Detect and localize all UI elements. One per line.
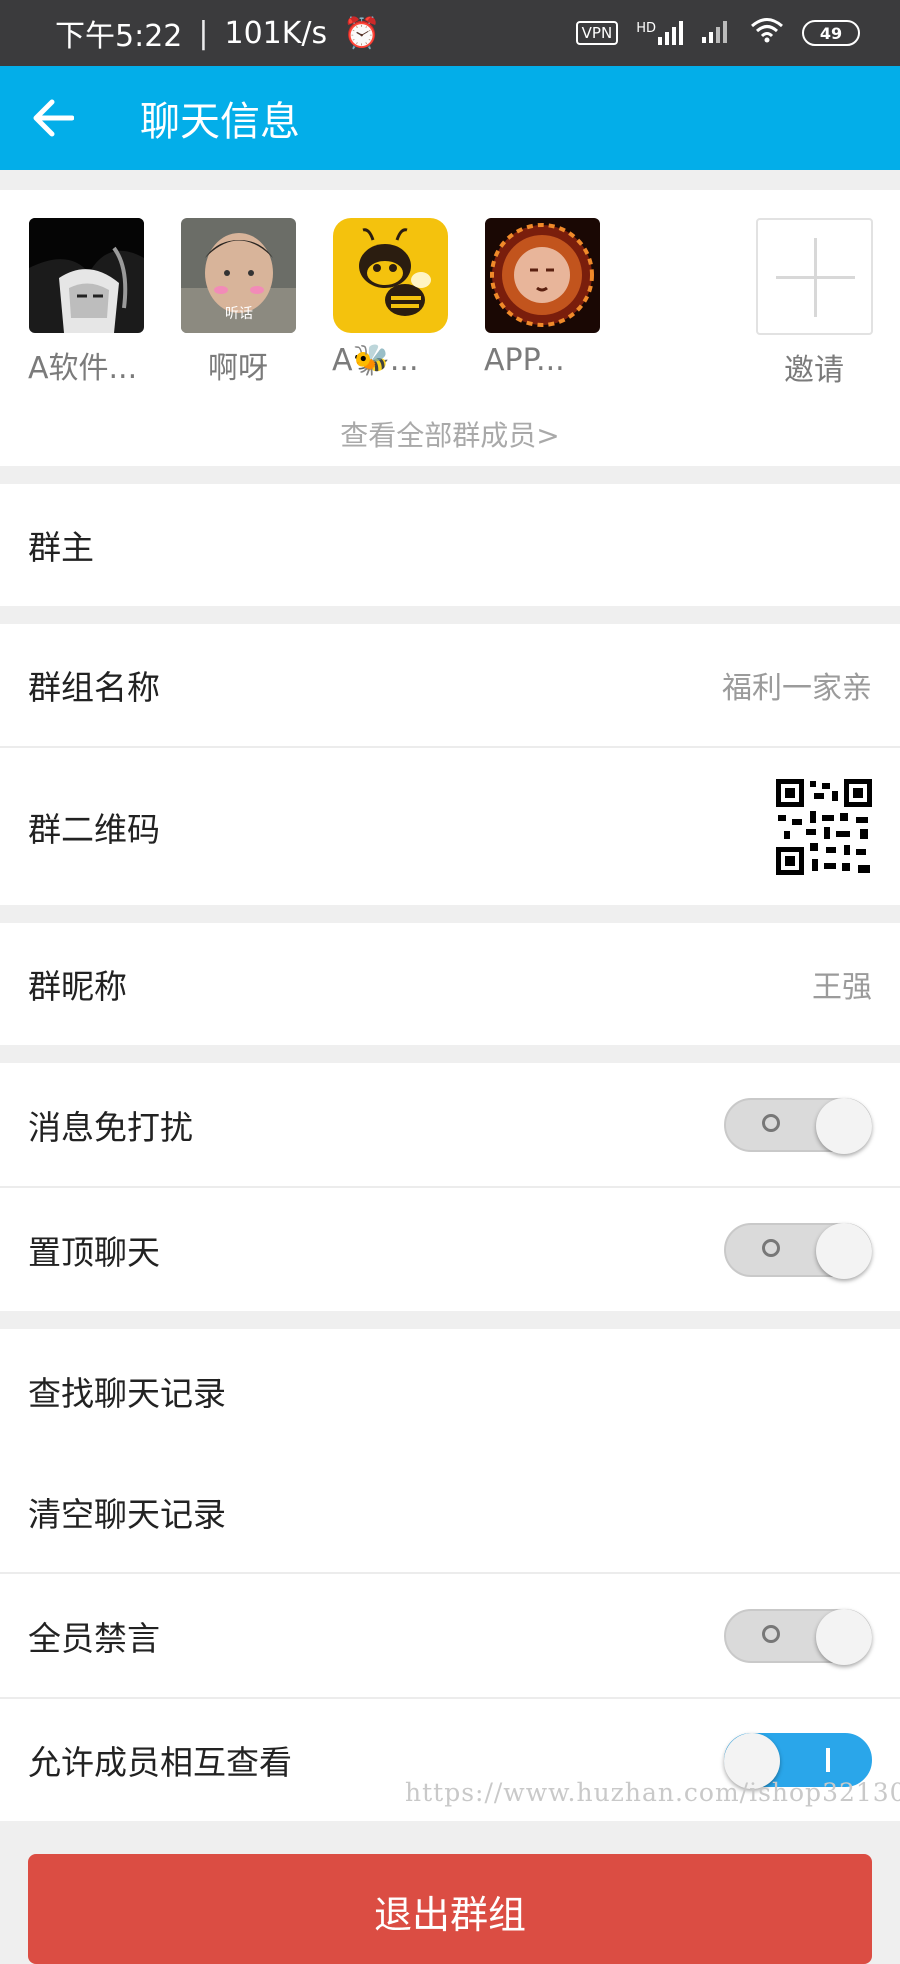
group-qr-label: 群二维码 <box>28 809 160 849</box>
cell-signal-icon <box>702 16 732 51</box>
pin-toggle[interactable] <box>724 1222 872 1279</box>
member-name: APP... <box>484 343 565 378</box>
group-owner-row[interactable]: 群主 <box>0 484 900 606</box>
group-owner-label: 群主 <box>28 528 94 567</box>
member-item[interactable]: 听话 啊呀 <box>172 218 304 387</box>
app-header: 聊天信息 <box>0 66 900 170</box>
ban-all-toggle[interactable] <box>724 1608 872 1665</box>
section-gap <box>0 606 900 624</box>
avatar <box>332 218 448 333</box>
section-gap <box>0 1311 900 1329</box>
battery-icon: 49 <box>802 20 860 46</box>
view-all-members-link[interactable]: 查看全部群成员> <box>0 414 900 454</box>
avatar <box>28 218 144 333</box>
mute-row: 消息免打扰 <box>0 1063 900 1186</box>
search-history-label: 查找聊天记录 <box>28 1373 226 1413</box>
group-name-row[interactable]: 群组名称 福利一家亲 <box>0 624 900 746</box>
ban-all-row: 全员禁言 <box>0 1574 900 1697</box>
avatar <box>484 218 600 333</box>
plus-icon <box>755 218 873 335</box>
clear-history-row[interactable]: 清空聊天记录 <box>0 1452 900 1572</box>
watermark: https://www.huzhan.com/ishop32130 <box>405 1778 900 1807</box>
pin-label: 置顶聊天 <box>28 1232 160 1272</box>
alarm-icon: ⏰ <box>343 15 381 51</box>
members-section: A软件... 听话 啊呀 A🐝... APP... 邀请 查看全部群成员> <box>0 190 900 466</box>
nickname-label: 群昵称 <box>28 967 127 1006</box>
arrow-left-icon <box>33 99 74 137</box>
group-qr-row[interactable]: 群二维码 <box>0 748 900 905</box>
ban-all-label: 全员禁言 <box>28 1618 160 1658</box>
avatar: 听话 <box>180 218 296 333</box>
nickname-value: 王强 <box>812 970 872 1005</box>
mute-toggle[interactable] <box>724 1097 872 1154</box>
svg-text:听话: 听话 <box>225 306 253 322</box>
invite-label: 邀请 <box>784 353 844 388</box>
member-name: 啊呀 <box>208 351 268 386</box>
status-separator: | <box>198 15 209 51</box>
wifi-icon <box>750 16 784 51</box>
search-history-row[interactable]: 查找聊天记录 <box>0 1329 900 1452</box>
member-name: A🐝... <box>332 343 419 378</box>
section-gap <box>0 905 900 923</box>
clear-history-label: 清空聊天记录 <box>28 1495 226 1534</box>
section-gap <box>0 466 900 484</box>
allow-view-label: 允许成员相互查看 <box>28 1743 292 1782</box>
invite-member-button[interactable]: 邀请 <box>748 218 880 389</box>
network-speed: 101K/s <box>224 15 328 51</box>
hd-signal-icon: HD <box>636 21 684 45</box>
back-button[interactable] <box>0 66 104 170</box>
pin-row: 置顶聊天 <box>0 1188 900 1311</box>
vpn-icon: VPN <box>575 21 619 45</box>
member-name: A软件... <box>28 351 138 386</box>
status-time: 下午5:22 <box>55 19 183 54</box>
member-item[interactable]: A🐝... <box>324 218 456 378</box>
nickname-row[interactable]: 群昵称 王强 <box>0 923 900 1045</box>
group-name-value: 福利一家亲 <box>722 671 872 706</box>
status-bar: 下午5:22 | 101K/s ⏰ VPN HD 49 <box>0 0 900 66</box>
qr-code-icon <box>776 778 872 875</box>
exit-group-button[interactable]: 退出群组 <box>28 1854 872 1964</box>
page-title: 聊天信息 <box>140 99 300 145</box>
member-item[interactable]: APP... <box>476 218 608 378</box>
mute-label: 消息免打扰 <box>28 1107 193 1147</box>
group-name-label: 群组名称 <box>28 668 160 707</box>
member-item[interactable]: A软件... <box>20 218 152 387</box>
section-gap <box>0 1045 900 1063</box>
